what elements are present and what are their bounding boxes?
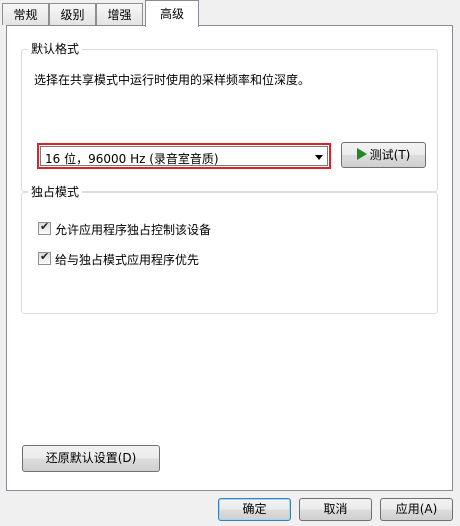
exclusive-priority-checkbox[interactable]: ✔ bbox=[38, 250, 51, 265]
chevron-down-icon bbox=[315, 155, 323, 160]
tab-levels[interactable]: 级别 bbox=[49, 3, 96, 25]
sample-rate-dropdown[interactable]: 16 位，96000 Hz (录音室音质) bbox=[37, 143, 331, 169]
exclusive-mode-group: 独占模式 ✔ 允许应用程序独占控制该设备 ✔ 给与独占模式应用程序优先 bbox=[21, 184, 438, 314]
exclusive-mode-title: 独占模式 bbox=[28, 184, 83, 200]
apply-button[interactable]: 应用(A) bbox=[380, 498, 453, 521]
tab-general[interactable]: 常规 bbox=[2, 3, 49, 25]
allow-exclusive-control-checkbox[interactable]: ✔ bbox=[38, 220, 51, 235]
default-format-title: 默认格式 bbox=[28, 41, 83, 57]
test-button[interactable]: 测试(T) bbox=[341, 142, 426, 168]
default-format-description: 选择在共享模式中运行时使用的采样频率和位深度。 bbox=[34, 73, 311, 87]
restore-defaults-button[interactable]: 还原默认设置(D) bbox=[22, 445, 160, 472]
tab-enhancements[interactable]: 增强 bbox=[96, 3, 143, 25]
cancel-button[interactable]: 取消 bbox=[299, 498, 372, 521]
sample-rate-dropdown-inner: 16 位，96000 Hz (录音室音质) bbox=[40, 146, 328, 166]
tab-panel-advanced: 默认格式 选择在共享模式中运行时使用的采样频率和位深度。 16 位，96000 … bbox=[6, 25, 453, 491]
allow-exclusive-control-label: 允许应用程序独占控制该设备 bbox=[55, 223, 212, 237]
ok-button[interactable]: 确定 bbox=[218, 498, 291, 521]
sample-rate-selected-value: 16 位，96000 Hz (录音室音质) bbox=[45, 152, 219, 166]
play-icon bbox=[356, 148, 367, 160]
checkmark-icon: ✔ bbox=[40, 250, 50, 263]
test-button-label: 测试(T) bbox=[369, 148, 411, 162]
checkmark-icon: ✔ bbox=[40, 220, 50, 233]
exclusive-priority-label: 给与独占模式应用程序优先 bbox=[55, 253, 200, 267]
tab-advanced[interactable]: 高级 bbox=[145, 0, 199, 27]
default-format-group: 默认格式 选择在共享模式中运行时使用的采样频率和位深度。 16 位，96000 … bbox=[21, 41, 438, 192]
tab-bar: 常规 级别 增强 高级 bbox=[0, 0, 460, 27]
